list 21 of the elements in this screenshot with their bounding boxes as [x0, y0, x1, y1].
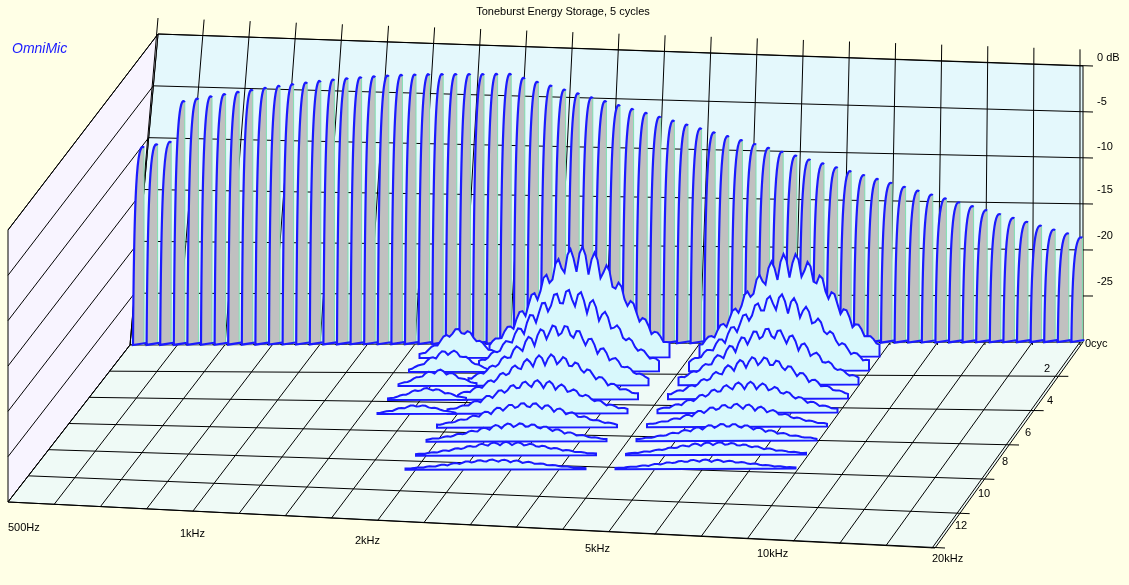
axis-label: 0 dB [1097, 51, 1120, 63]
axis-label: 20kHz [932, 552, 964, 564]
axis-label: 1kHz [180, 527, 206, 539]
axis-label: 12 [955, 519, 968, 531]
brand-label: OmniMic [12, 40, 68, 56]
axis-label: 6 [1025, 426, 1032, 438]
axis-label: -25 [1097, 275, 1113, 287]
axis-label: 5kHz [585, 542, 611, 554]
axis-label: 500Hz [8, 521, 40, 533]
axis-label: -20 [1097, 229, 1113, 241]
axis-label: -15 [1097, 183, 1113, 195]
chart-title: Toneburst Energy Storage, 5 cycles [476, 5, 650, 17]
axis-label: -10 [1097, 140, 1113, 152]
axis-label: 0cyc [1085, 337, 1108, 349]
axis-label: 10 [978, 487, 991, 499]
axis-label: 4 [1047, 394, 1054, 406]
axis-label: 10kHz [757, 547, 789, 559]
axis-label: 2kHz [355, 534, 381, 546]
axis-label: 2 [1044, 362, 1051, 374]
axis-label: -5 [1097, 95, 1107, 107]
axis-label: 8 [1002, 455, 1009, 467]
